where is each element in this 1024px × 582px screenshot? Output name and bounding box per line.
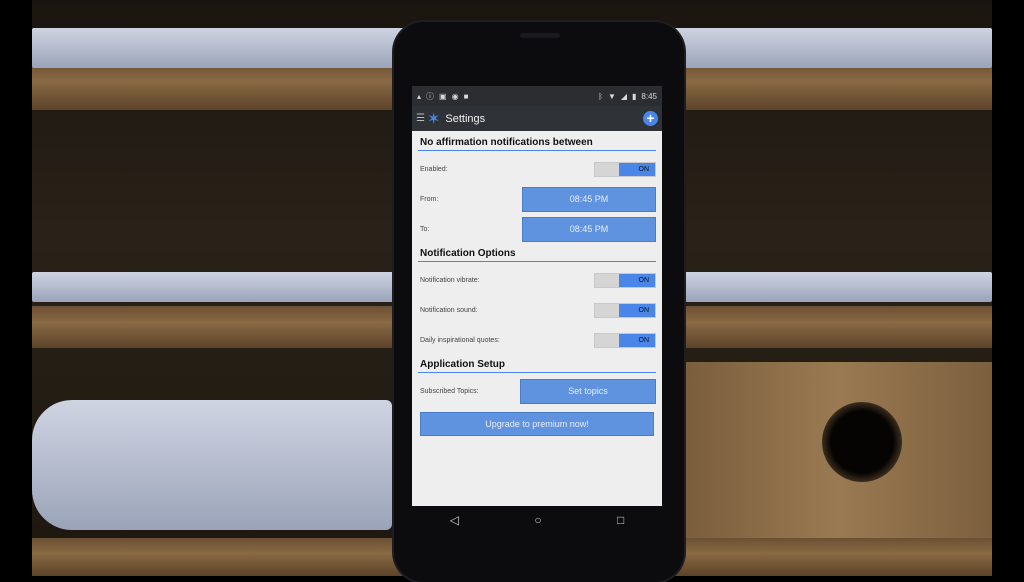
- topics-row: Subscribed Topics: Set topics: [418, 376, 656, 406]
- home-icon[interactable]: ○: [534, 513, 541, 527]
- to-label: To:: [420, 225, 430, 233]
- vibrate-toggle-state: ON: [619, 273, 655, 287]
- to-row: To: 08:45 PM: [418, 214, 656, 244]
- signal-icon: ◢: [620, 91, 628, 101]
- vibrate-row: Notification vibrate: ON: [418, 265, 656, 295]
- section-title-quiet-hours: No affirmation notifications between: [418, 133, 656, 151]
- section-title-application-setup: Application Setup: [418, 355, 656, 373]
- lock-icon: ▣: [439, 91, 447, 101]
- app-bar: ☰ ✶ Settings +: [412, 106, 662, 131]
- set-topics-button[interactable]: Set topics: [520, 378, 656, 404]
- paper-stack-bottom: [32, 400, 392, 530]
- from-label: From:: [420, 195, 439, 203]
- quotes-row: Daily inspirational quotes: ON: [418, 325, 656, 355]
- enabled-label: Enabled:: [420, 165, 448, 173]
- drawer-handle-hole: [822, 402, 902, 482]
- nav-bar: ◁ ○ □: [412, 506, 662, 534]
- info-icon: ⓘ: [426, 91, 435, 101]
- upgrade-premium-button[interactable]: Upgrade to premium now!: [420, 412, 654, 436]
- from-row: From: 08:45 PM: [418, 184, 656, 214]
- sound-row: Notification sound: ON: [418, 295, 656, 325]
- briefcase-icon: ■: [463, 91, 469, 101]
- section-title-notification-options: Notification Options: [418, 244, 656, 262]
- notification-icon: ▴: [417, 91, 422, 101]
- battery-icon: ▮: [632, 91, 637, 101]
- enabled-toggle-state: ON: [619, 162, 655, 176]
- sound-label: Notification sound:: [420, 306, 478, 314]
- vibrate-label: Notification vibrate:: [420, 276, 480, 284]
- phone-screen: ▴ ⓘ ▣ ◉ ■ ᛒ ▼ ◢ ▮ 8:45 ☰ ✶ Settings + No…: [412, 86, 662, 506]
- settings-content: No affirmation notifications between Ena…: [412, 131, 662, 506]
- menu-icon[interactable]: ☰: [416, 113, 425, 124]
- topics-label: Subscribed Topics:: [420, 387, 479, 395]
- quotes-toggle-state: ON: [619, 333, 655, 347]
- app-title: Settings: [445, 112, 486, 125]
- star-logo-icon: ✶: [426, 110, 441, 128]
- status-bar: ▴ ⓘ ▣ ◉ ■ ᛒ ▼ ◢ ▮ 8:45: [412, 86, 662, 106]
- quotes-label: Daily inspirational quotes:: [420, 336, 500, 344]
- enabled-row: Enabled: ON: [418, 154, 656, 184]
- vibrate-toggle[interactable]: ON: [594, 272, 656, 288]
- enabled-toggle[interactable]: ON: [594, 161, 656, 177]
- bluetooth-icon: ᛒ: [598, 91, 603, 101]
- phone-speaker: [520, 33, 560, 38]
- status-time: 8:45: [641, 91, 657, 101]
- from-time-button[interactable]: 08:45 PM: [522, 186, 656, 212]
- sound-toggle[interactable]: ON: [594, 302, 656, 318]
- add-icon[interactable]: +: [643, 111, 658, 126]
- android-icon: ◉: [451, 91, 459, 101]
- back-icon[interactable]: ◁: [450, 513, 459, 527]
- to-time-button[interactable]: 08:45 PM: [522, 216, 656, 242]
- quotes-toggle[interactable]: ON: [594, 332, 656, 348]
- recents-icon[interactable]: □: [617, 513, 624, 527]
- wifi-icon: ▼: [607, 91, 616, 101]
- sound-toggle-state: ON: [619, 303, 655, 317]
